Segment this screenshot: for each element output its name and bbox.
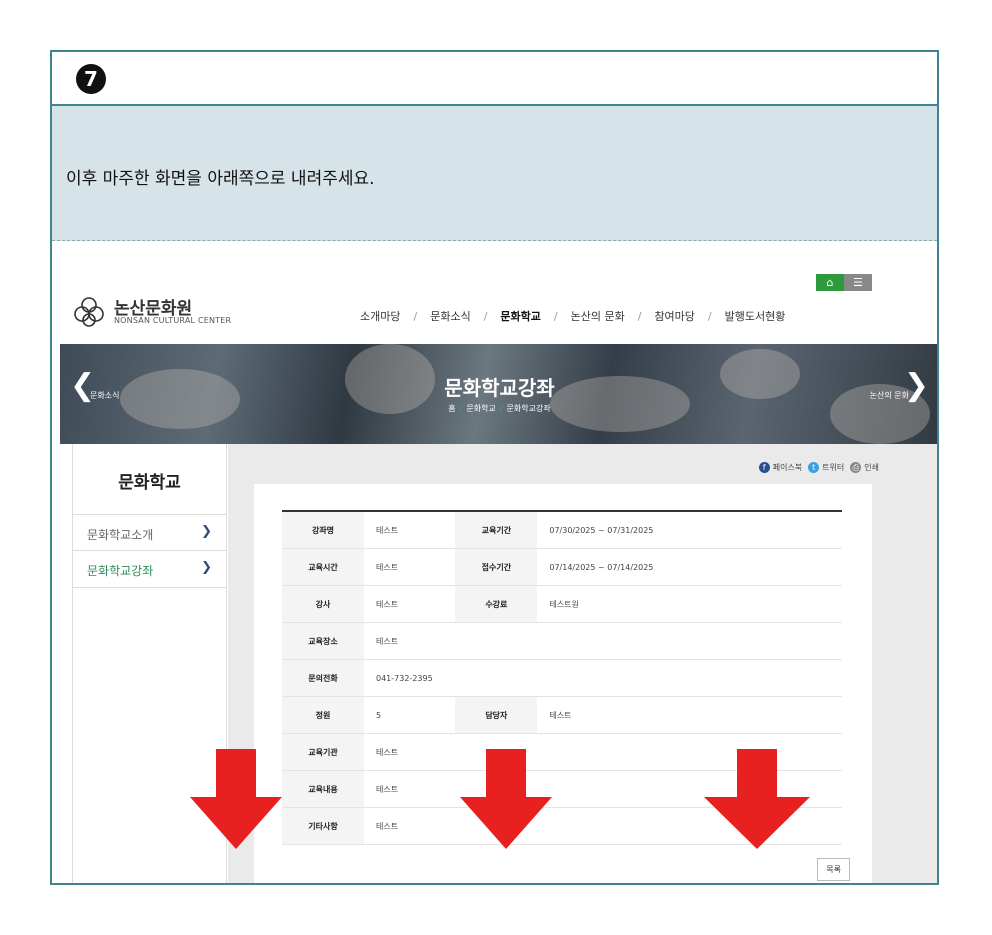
table-header-cell: 교육기관 [282, 733, 364, 771]
nav-item-participation[interactable]: 참여마당 [654, 308, 694, 324]
guide-frame: 7 이후 마주한 화면을 아래쪽으로 내려주세요. 논산문화원 NONSAN C… [50, 50, 939, 885]
table-row: 강사 테스트 수강료 테스트원 [282, 585, 842, 623]
side-nav-item-intro[interactable]: 문화학교소개 ❯ [73, 514, 226, 551]
table-header-cell: 교육기간 [455, 511, 538, 549]
logo-name-en: NONSAN CULTURAL CENTER [114, 316, 232, 325]
side-nav-item-courses[interactable]: 문화학교강좌 ❯ [73, 550, 226, 588]
table-row: 교육장소 테스트 [282, 622, 842, 660]
side-nav-title: 문화학교 [118, 473, 181, 493]
main-content: f 페이스북 t 트위터 ⎙ 인쇄 강좌명 테스트 교육기간 07/30/2025 ~… [228, 444, 937, 883]
breadcrumb: 홈 / 문화학교 / 문화학교강좌 [448, 404, 551, 413]
table-header-cell: 강사 [282, 585, 364, 623]
facebook-icon[interactable]: f [758, 462, 770, 473]
arrow-down-icon [460, 749, 552, 849]
step-number-badge: 7 [76, 64, 106, 94]
nav-separator: / [637, 309, 642, 323]
breadcrumb-current: 문화학교강좌 [506, 404, 551, 413]
table-cell: 테스트 [537, 696, 842, 734]
table-row: 강좌명 테스트 교육기간 07/30/2025 ~ 07/31/2025 [282, 511, 842, 549]
list-button[interactable]: 목록 [817, 858, 850, 881]
share-facebook-label[interactable]: 페이스북 [773, 462, 802, 473]
logo-emblem-icon [74, 297, 104, 327]
utility-buttons: ⌂ ☰ [816, 274, 874, 291]
table-cell: 테스트 [364, 548, 456, 586]
table-cell: 테스트원 [537, 585, 842, 623]
table-row: 정원 5 담당자 테스트 [282, 696, 842, 734]
banner-next-link[interactable]: 논산의 문화 ❯ [870, 366, 929, 406]
table-header-cell: 교육시간 [282, 548, 364, 586]
table-header-cell: 교육내용 [282, 770, 364, 808]
table-header-cell: 수강료 [455, 585, 538, 623]
nav-item-intro[interactable]: 소개마당 [360, 308, 400, 324]
table-header-cell: 강좌명 [282, 511, 364, 549]
arrow-down-icon [704, 749, 810, 849]
instruction-text: 이후 마주한 화면을 아래쪽으로 내려주세요. [66, 169, 375, 189]
table-cell: 테스트 [364, 585, 456, 623]
menu-icon[interactable]: ☰ [844, 274, 872, 291]
print-label[interactable]: 인쇄 [864, 462, 879, 473]
home-icon[interactable]: ⌂ [816, 274, 844, 291]
nav-item-news[interactable]: 문화소식 [430, 308, 470, 324]
table-cell: 07/14/2025 ~ 07/14/2025 [537, 548, 842, 586]
table-header-cell: 문의전화 [282, 659, 364, 697]
nav-item-culture-school[interactable]: 문화학교 [500, 308, 540, 324]
share-twitter-label[interactable]: 트위터 [822, 462, 844, 473]
page-title: 문화학교강좌 [444, 376, 555, 400]
breadcrumb-home[interactable]: 홈 [448, 404, 455, 413]
table-cell: 5 [364, 696, 456, 734]
breadcrumb-culture-school[interactable]: 문화학교 [466, 404, 495, 413]
chevron-right-icon: ❯ [201, 524, 212, 539]
nav-item-nonsan-culture[interactable]: 논산의 문화 [571, 308, 625, 324]
table-cell: 041-732-2395 [364, 659, 842, 697]
table-row: 교육시간 테스트 접수기간 07/14/2025 ~ 07/14/2025 [282, 548, 842, 586]
table-header-cell: 기타사항 [282, 807, 364, 845]
table-header-cell: 접수기간 [455, 548, 538, 586]
arrow-down-icon [190, 749, 282, 849]
nav-separator: / [707, 309, 712, 323]
main-navigation: 소개마당 / 문화소식 / 문화학교 / 논산의 문화 / 참여마당 / 발행도… [360, 308, 785, 324]
twitter-icon[interactable]: t [808, 462, 820, 473]
chevron-right-icon: ❯ [201, 560, 212, 575]
print-icon[interactable]: ⎙ [850, 462, 862, 473]
side-nav-item-label: 문화학교강좌 [87, 564, 154, 578]
nav-separator: / [413, 309, 418, 323]
step-header: 7 [52, 52, 937, 106]
nav-item-publications[interactable]: 발행도서현황 [725, 308, 786, 324]
page-banner: ❮ 문화소식 문화학교강좌 홈 / 문화학교 / 문화학교강좌 논산의 문화 ❯ [60, 344, 937, 444]
banner-next-label: 논산의 문화 [869, 391, 909, 400]
side-nav-item-label: 문화학교소개 [87, 528, 154, 542]
nav-separator: / [553, 309, 558, 323]
table-cell: 테스트 [364, 511, 456, 549]
table-header-cell: 정원 [282, 696, 364, 734]
table-header-cell: 담당자 [455, 696, 538, 734]
table-header-cell: 교육장소 [282, 622, 364, 660]
table-cell: 테스트 [364, 622, 842, 660]
nav-separator: / [483, 309, 488, 323]
table-cell: 07/30/2025 ~ 07/31/2025 [537, 511, 842, 549]
table-row: 문의전화 041-732-2395 [282, 659, 842, 697]
instruction-panel: 이후 마주한 화면을 아래쪽으로 내려주세요. [52, 106, 937, 241]
share-links: f 페이스북 t 트위터 ⎙ 인쇄 [753, 462, 879, 473]
